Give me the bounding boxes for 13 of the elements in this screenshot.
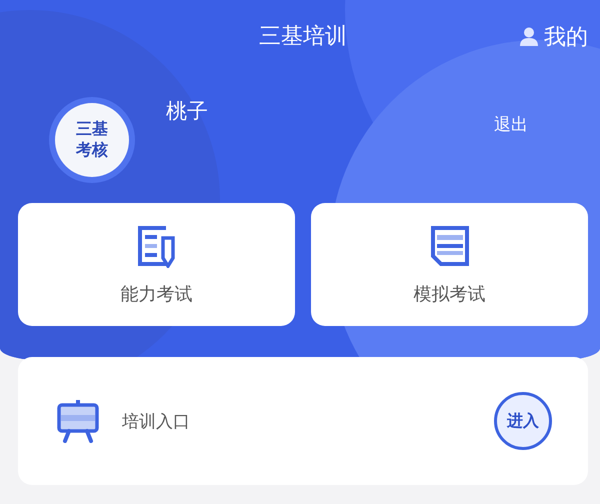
logout-button[interactable]: 退出	[494, 112, 528, 136]
training-entry-label: 培训入口	[122, 410, 190, 432]
person-icon	[520, 27, 538, 47]
user-name: 桃子	[166, 98, 208, 125]
exam-tile[interactable]: 能力考试	[18, 203, 295, 326]
easel-board-icon	[56, 399, 100, 443]
document-icon	[428, 224, 470, 268]
page-title: 三基培训	[259, 23, 347, 51]
exam-tile[interactable]: 模拟考试	[311, 203, 588, 326]
enter-button[interactable]: 进入	[494, 392, 552, 450]
document-pencil-icon	[136, 224, 178, 268]
avatar-logo: 三基 考核	[55, 103, 129, 177]
profile-link[interactable]: 我的	[520, 22, 588, 52]
